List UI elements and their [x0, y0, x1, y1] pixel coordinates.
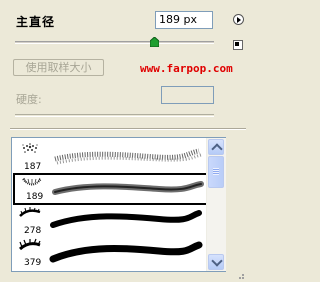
brush-stroke-preview	[52, 181, 204, 195]
brush-size-label: 278	[24, 226, 42, 236]
brush-tip-icon	[22, 143, 38, 153]
hardness-label: 硬度:	[16, 93, 42, 106]
master-diameter-label: 主直径	[16, 15, 56, 29]
brush-preset-item[interactable]: 187	[13, 141, 209, 173]
brush-preset-item-selected[interactable]: 189	[13, 173, 209, 205]
brush-preset-item[interactable]: 278	[13, 205, 209, 237]
brush-size-label: 189	[26, 192, 44, 202]
brush-stroke-preview	[49, 241, 203, 263]
diameter-slider-thumb[interactable]	[149, 37, 159, 47]
brush-size-label: 379	[24, 258, 42, 268]
use-sample-size-button[interactable]: 使用取样大小	[13, 59, 104, 76]
scroll-down-icon[interactable]	[208, 254, 224, 270]
brush-preset-item[interactable]: 379	[13, 237, 209, 269]
brush-size-label: 187	[24, 162, 42, 172]
brush-tip-icon	[19, 207, 41, 217]
brush-stroke-preview	[54, 148, 202, 165]
section-divider	[10, 128, 246, 130]
watermark-text: www.farpop.com	[140, 62, 233, 75]
brush-preset-list[interactable]: 187 189 278 379	[11, 137, 226, 272]
brush-tip-icon	[19, 238, 41, 251]
diameter-slider-track[interactable]	[15, 41, 214, 44]
scrollbar-thumb[interactable]	[208, 156, 224, 188]
panel-menu-arrow-icon[interactable]	[233, 14, 244, 25]
hardness-slider-track[interactable]	[15, 114, 214, 117]
brush-list-scrollbar[interactable]	[206, 138, 226, 271]
hardness-input[interactable]	[161, 86, 214, 104]
scroll-up-icon[interactable]	[208, 139, 224, 155]
new-preset-icon[interactable]	[233, 40, 243, 50]
brush-tip-icon	[22, 177, 42, 186]
master-diameter-input[interactable]: 189 px	[155, 11, 213, 29]
resize-grip-icon[interactable]	[235, 272, 245, 280]
brush-stroke-preview	[50, 210, 202, 228]
